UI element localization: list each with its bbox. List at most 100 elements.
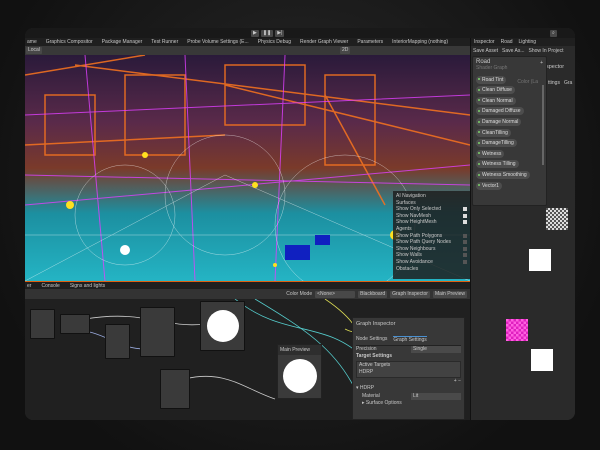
graph-node[interactable] — [30, 309, 55, 339]
save-as-button[interactable]: Save As... — [502, 48, 525, 54]
tab-peek[interactable]: Gra — [564, 80, 572, 86]
tab-parameters[interactable]: Parameters — [357, 39, 383, 45]
tab[interactable]: ame — [27, 39, 37, 45]
scene-toolbar: Local 2D — [25, 46, 470, 55]
property[interactable]: Damaged Diffuse — [476, 107, 524, 116]
main-preview-button[interactable]: Main Preview — [432, 290, 467, 298]
pause-button[interactable]: ❚❚ — [260, 30, 274, 37]
agents-foldout[interactable]: Agents — [396, 226, 467, 233]
surface-options-foldout[interactable]: ▸ Surface Options — [356, 400, 461, 408]
graph-inspector-title: Graph Inspector — [356, 321, 396, 327]
sphere-preview — [206, 310, 239, 342]
property[interactable]: Clean Diffuse — [476, 86, 515, 95]
graph-inspector-peek-title: spector — [546, 64, 565, 70]
tab-probe-volume[interactable]: Probe Volume Settings (E... — [187, 39, 248, 45]
show-navmesh-checkbox[interactable] — [463, 213, 467, 218]
step-button[interactable]: ▶| — [275, 30, 285, 37]
texture-preview — [546, 208, 568, 230]
checkbox[interactable] — [463, 246, 467, 251]
tab-physics-debug[interactable]: Physics Debug — [258, 39, 291, 45]
graph-node[interactable] — [60, 314, 90, 334]
option-label: Show Neighbours — [396, 245, 436, 252]
property[interactable]: Wetness — [476, 149, 505, 158]
active-targets-label: Active Targets — [359, 361, 391, 368]
2d-toggle[interactable]: 2D — [340, 47, 351, 54]
option-label: Show Path Polygons — [396, 232, 443, 239]
show-in-project-button[interactable]: Show In Project — [529, 48, 564, 54]
tab-inspector[interactable]: Inspector — [474, 39, 495, 45]
option-label: Show Path Query Nodes — [396, 239, 452, 246]
tab-graphics-compositor[interactable]: Graphics Compositor — [46, 39, 93, 45]
show-only-selected-checkbox[interactable] — [463, 207, 467, 212]
main-toolbar: ▶ ❚❚ ▶| ⌕ — [25, 28, 575, 38]
property[interactable]: Wetness Tilling — [476, 160, 519, 169]
overlay-title: AI Navigation — [396, 193, 426, 199]
ai-navigation-overlay: AI Navigation Surfaces Show Only Selecte… — [393, 191, 470, 279]
option-label: Show Walls — [396, 252, 422, 259]
surfaces-foldout[interactable]: Surfaces — [396, 200, 467, 207]
precision-dropdown[interactable]: Single — [411, 345, 461, 353]
graph-node[interactable] — [105, 324, 130, 359]
tab-graph-settings-peek[interactable]: ttings — [548, 80, 560, 86]
tab[interactable]: er — [27, 283, 31, 289]
checkbox[interactable] — [463, 240, 467, 245]
property-road-tint[interactable]: Road Tint — [476, 75, 507, 84]
shader-graph-toolbar: Color Mode <None> Blackboard Graph Inspe… — [25, 289, 470, 299]
tab-console[interactable]: Console — [41, 283, 59, 289]
magenta-preview — [506, 319, 528, 341]
color-mode-dropdown[interactable]: <None> — [315, 290, 356, 298]
pivot-dropdown[interactable]: Local — [26, 47, 42, 54]
scene-view[interactable]: AI Navigation Surfaces Show Only Selecte… — [25, 55, 470, 281]
property[interactable]: Clean Normal — [476, 96, 516, 105]
hdrp-foldout[interactable]: ▾ HDRP — [356, 385, 461, 393]
tab-road[interactable]: Road — [501, 39, 513, 45]
blackboard-subtitle: Shader Graph — [476, 65, 508, 71]
blackboard-button[interactable]: Blackboard — [358, 290, 388, 298]
tab-render-graph[interactable]: Render Graph Viewer — [300, 39, 348, 45]
graph-inspector-button[interactable]: Graph Inspector — [390, 290, 430, 298]
option-label: Show Avoidance — [396, 258, 433, 265]
play-button[interactable]: ▶ — [251, 30, 259, 37]
type-hint: Color (La — [517, 79, 538, 85]
option-label: Show HeightMesh — [396, 219, 437, 226]
color-mode-label: Color Mode — [286, 291, 313, 297]
scrollbar[interactable] — [542, 85, 544, 165]
show-heightmesh-checkbox[interactable] — [463, 220, 467, 225]
property[interactable]: Damage Normal — [476, 117, 522, 126]
tab-graph-settings[interactable]: Graph Settings — [393, 336, 427, 345]
blackboard: Road Shader Graph + Color (La Road Tint … — [472, 56, 547, 206]
property[interactable]: CleanTilling — [476, 128, 511, 137]
property[interactable]: Wetness Smoothing — [476, 170, 530, 179]
tab-package-manager[interactable]: Package Manager — [102, 39, 143, 45]
checkbox[interactable] — [463, 259, 467, 264]
property[interactable]: Vector1 — [476, 181, 502, 190]
add-remove-target-buttons[interactable]: + − — [356, 378, 461, 386]
graph-node[interactable] — [140, 307, 175, 357]
option-label: Show Only Selected — [396, 206, 442, 213]
tab-test-runner[interactable]: Test Runner — [151, 39, 178, 45]
tab-lighting[interactable]: Lighting — [519, 39, 537, 45]
tab-signs-and-lights[interactable]: Signs and lights — [70, 283, 105, 289]
material-label: Material — [362, 392, 380, 399]
blackboard-title: Road — [476, 59, 491, 65]
property[interactable]: DamageTilling — [476, 139, 517, 148]
main-preview-title: Main Preview — [278, 345, 321, 355]
search-icon[interactable]: ⌕ — [550, 30, 557, 37]
precision-label: Precision — [356, 345, 377, 352]
graph-node[interactable] — [160, 369, 190, 409]
checkbox[interactable] — [463, 253, 467, 258]
obstacles-foldout[interactable]: Obstacles — [396, 266, 467, 273]
tab-node-settings[interactable]: Node Settings — [356, 336, 387, 345]
add-property-button[interactable]: + — [540, 60, 543, 66]
save-asset-button[interactable]: Save Asset — [473, 48, 498, 54]
white-preview — [531, 349, 553, 371]
main-preview-window[interactable]: Main Preview — [277, 344, 322, 399]
target-settings-heading: Target Settings — [356, 353, 393, 359]
checkbox[interactable] — [463, 233, 467, 238]
white-preview — [529, 249, 551, 271]
preview-node[interactable] — [200, 301, 245, 351]
tab-interior-mapping[interactable]: InteriorMapping (nothing) — [392, 39, 448, 45]
target-hdrp[interactable]: HDRP — [359, 369, 458, 377]
sphere-preview — [282, 359, 317, 393]
material-dropdown[interactable]: Lit — [411, 392, 461, 400]
